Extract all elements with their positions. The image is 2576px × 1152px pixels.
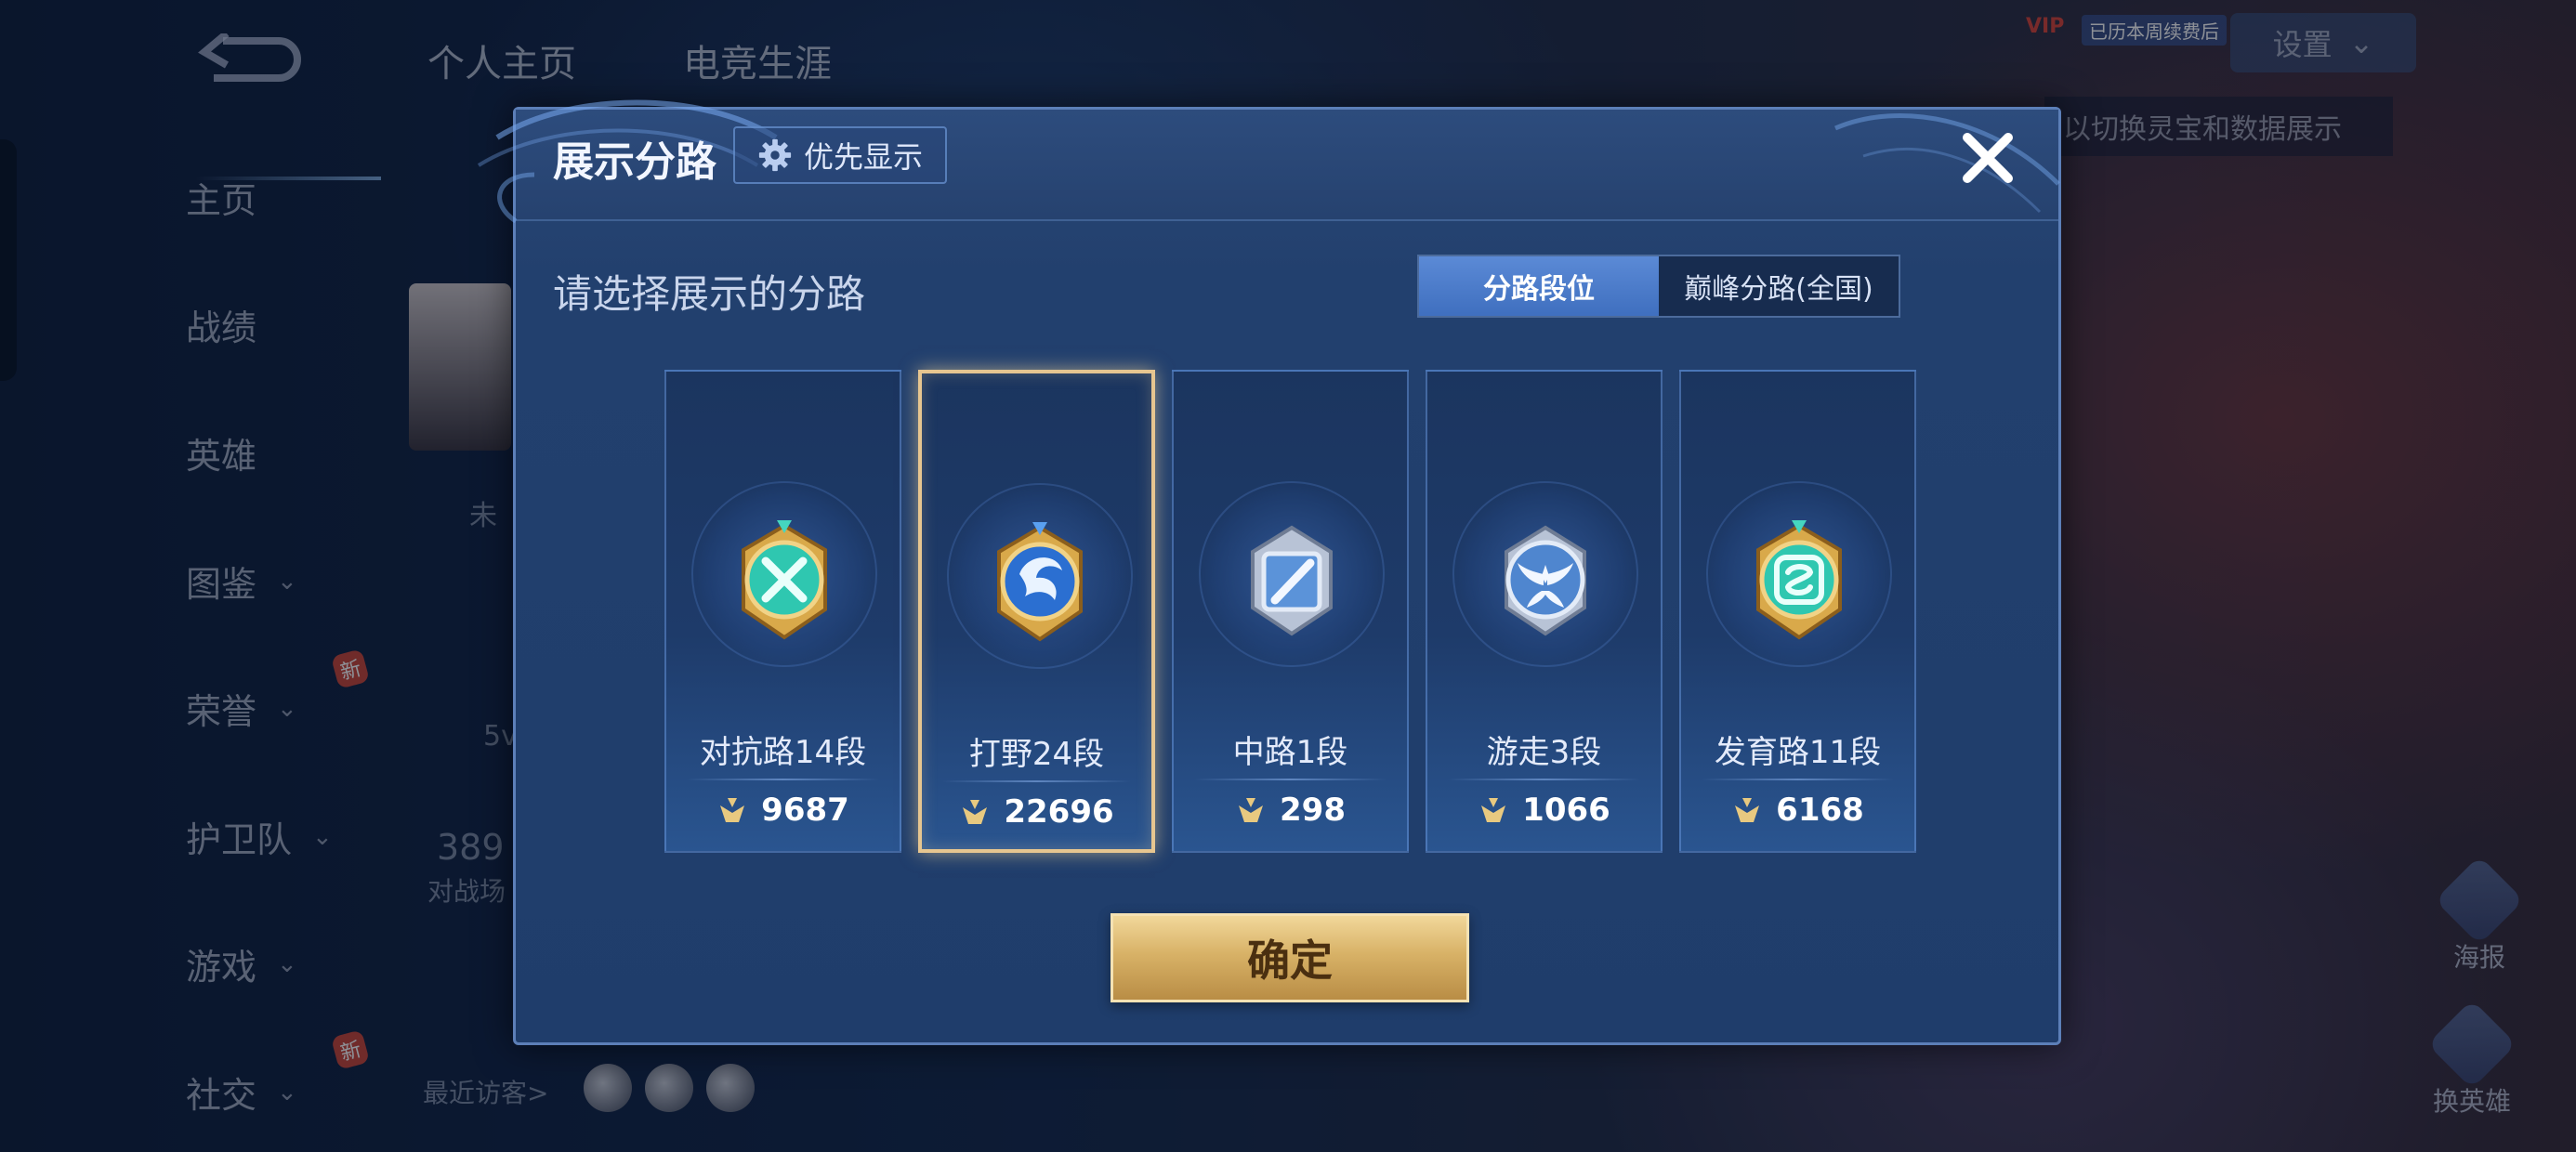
dialog-title: 展示分路 — [553, 138, 716, 186]
lane-score-value: 1066 — [1522, 792, 1610, 829]
lane-score: 1066 — [1427, 792, 1661, 829]
slash-icon — [1251, 525, 1333, 636]
lane-card-mid[interactable]: 中路1段 298 — [1172, 370, 1409, 853]
card-divider — [942, 780, 1131, 782]
lane-score: 22696 — [922, 793, 1151, 831]
gear-icon — [758, 138, 792, 172]
lane-rank-label: 对抗路14段 — [699, 734, 867, 771]
combat-power-icon — [720, 798, 745, 822]
close-button[interactable] — [1952, 123, 2023, 193]
combat-power-icon — [1735, 798, 1760, 822]
card-divider — [1194, 779, 1387, 780]
tab-peak-lane-national[interactable]: 巅峰分路(全国) — [1659, 256, 1899, 316]
card-divider — [1702, 779, 1894, 780]
lane-rank-label: 游走3段 — [1486, 734, 1602, 771]
lane-rank-label: 中路1段 — [1232, 734, 1348, 771]
dragon-icon — [997, 522, 1083, 642]
lane-score-value: 298 — [1280, 792, 1346, 829]
lane-display-dialog: 展示分路 优先显示 请选择展示的分路 分路段位 巅峰分路(全国) 对抗路14段 … — [477, 99, 2061, 1045]
lane-mode-segmented-control: 分路段位 巅峰分路(全国) — [1417, 255, 1900, 318]
lane-score: 298 — [1174, 792, 1407, 829]
lane-score-value: 22696 — [1004, 793, 1114, 831]
lane-card-top[interactable]: 对抗路14段 9687 — [664, 370, 901, 853]
lane-card-farm[interactable]: 发育路11段 6168 — [1679, 370, 1916, 853]
card-divider — [1448, 779, 1640, 780]
confirm-button[interactable]: 确定 — [1111, 913, 1469, 1002]
close-icon — [1963, 133, 2013, 183]
tab-lane-rank[interactable]: 分路段位 — [1419, 256, 1659, 316]
lane-rank-label: 发育路11段 — [1714, 734, 1882, 771]
select-lane-prompt: 请选择展示的分路 — [553, 271, 866, 317]
lane-card-list: 对抗路14段 9687 打野24段 22696 中路1段 298 游走3段 10… — [664, 370, 1928, 853]
lane-rank-label: 打野24段 — [968, 736, 1105, 773]
bow-icon — [1756, 520, 1842, 640]
combat-power-icon — [1481, 798, 1506, 822]
card-divider — [687, 779, 879, 780]
priority-display-button[interactable]: 优先显示 — [733, 126, 947, 184]
cross-swords-icon — [742, 520, 827, 640]
combat-power-icon — [963, 800, 988, 824]
combat-power-icon — [1239, 798, 1263, 822]
lane-card-roam[interactable]: 游走3段 1066 — [1426, 370, 1663, 853]
lane-score-value: 9687 — [761, 792, 849, 829]
wings-icon — [1505, 525, 1586, 636]
corner-swirl-decoration — [1834, 113, 2060, 214]
lane-score-value: 6168 — [1776, 792, 1864, 829]
priority-display-label: 优先显示 — [803, 139, 923, 175]
lane-score: 6168 — [1681, 792, 1914, 829]
lane-card-jungle[interactable]: 打野24段 22696 — [918, 370, 1155, 853]
lane-score: 9687 — [666, 792, 900, 829]
